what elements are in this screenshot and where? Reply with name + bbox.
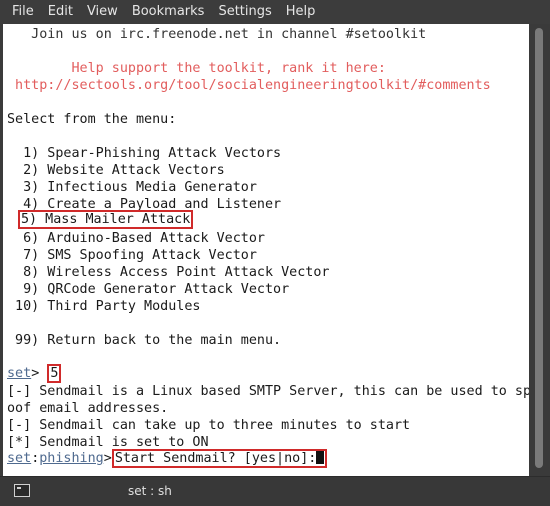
prompt-set-2: set [7,451,32,466]
menu-option-99: 99) Return back to the main menu. [7,333,282,348]
output-line-1b: oof email addresses. [7,401,169,416]
terminal-output[interactable]: Join us on irc.freenode.net in channel #… [3,24,529,476]
irc-line: Join us on irc.freenode.net in channel #… [7,27,427,42]
menu-option-5: 5) Mass Mailer Attack [18,210,194,229]
output-line-1a: [-] Sendmail is a Linux based SMTP Serve… [7,384,529,399]
tab-label[interactable]: set : sh [128,477,172,505]
text-cursor [316,451,325,464]
menu-view[interactable]: View [80,0,125,24]
select-prompt: Select from the menu: [7,112,177,127]
prompt-gt: > [31,366,40,381]
output-line-2: [-] Sendmail can take up to three minute… [7,418,411,433]
terminal-window: File Edit View Bookmarks Settings Help J… [0,0,550,506]
menu-option-7: 7) SMS Spoofing Attack Vector [7,248,257,263]
sendmail-question-text: Start Sendmail? [yes|no]: [114,451,317,466]
tab-bar: set : sh [0,476,550,506]
prompt-line-1: set> 5 [7,364,62,383]
menu-file[interactable]: File [0,0,41,24]
menu-option-10: 10) Third Party Modules [7,299,201,314]
menubar: File Edit View Bookmarks Settings Help [0,0,550,24]
support-url: http://sectools.org/tool/socialengineeri… [7,78,491,93]
prompt-phishing: phishing [39,451,104,466]
scrollbar[interactable] [529,24,550,476]
prompt-line-2[interactable]: set:phishing> Start Sendmail? [yes|no]: [7,449,328,468]
menu-option-5-highlight: 5) Mass Mailer Attack [18,210,194,229]
menu-option-3: 3) Infectious Media Generator [7,180,257,195]
scrollbar-thumb[interactable] [535,28,543,468]
menu-bookmarks[interactable]: Bookmarks [125,0,212,24]
terminal-icon[interactable] [14,484,30,497]
menu-option-8: 8) Wireless Access Point Attack Vector [7,265,330,280]
menu-option-9: 9) QRCode Generator Attack Vector [7,282,290,297]
menu-option-2: 2) Website Attack Vectors [7,163,225,178]
menu-settings[interactable]: Settings [211,0,278,24]
menu-option-6: 6) Arduino-Based Attack Vector [7,231,265,246]
support-line: Help support the toolkit, rank it here: [7,61,386,76]
input-value: 5 [47,364,62,383]
prompt-gt-2: > [103,451,112,466]
menu-help[interactable]: Help [279,0,323,24]
sendmail-question: Start Sendmail? [yes|no]: [111,449,328,468]
menu-option-1: 1) Spear-Phishing Attack Vectors [7,146,282,161]
prompt-set: set [7,366,32,381]
menu-edit[interactable]: Edit [41,0,80,24]
